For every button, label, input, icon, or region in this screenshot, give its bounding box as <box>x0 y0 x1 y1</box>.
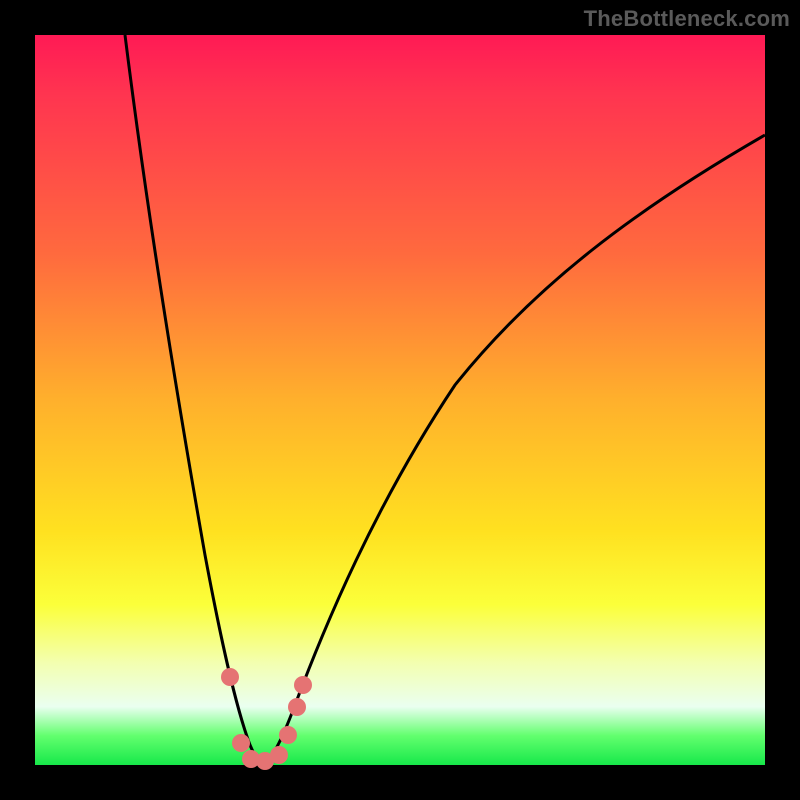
marker-dot <box>221 668 239 686</box>
watermark-text: TheBottleneck.com <box>584 6 790 32</box>
marker-dot <box>270 746 288 764</box>
marker-dot <box>279 726 297 744</box>
bottleneck-curve-svg <box>35 35 765 765</box>
marker-dot <box>294 676 312 694</box>
curve-right-branch <box>263 135 765 762</box>
marker-dot <box>288 698 306 716</box>
plot-area <box>35 35 765 765</box>
marker-dot <box>232 734 250 752</box>
curve-left-branch <box>125 35 263 762</box>
data-markers <box>221 668 312 770</box>
chart-frame: TheBottleneck.com <box>0 0 800 800</box>
